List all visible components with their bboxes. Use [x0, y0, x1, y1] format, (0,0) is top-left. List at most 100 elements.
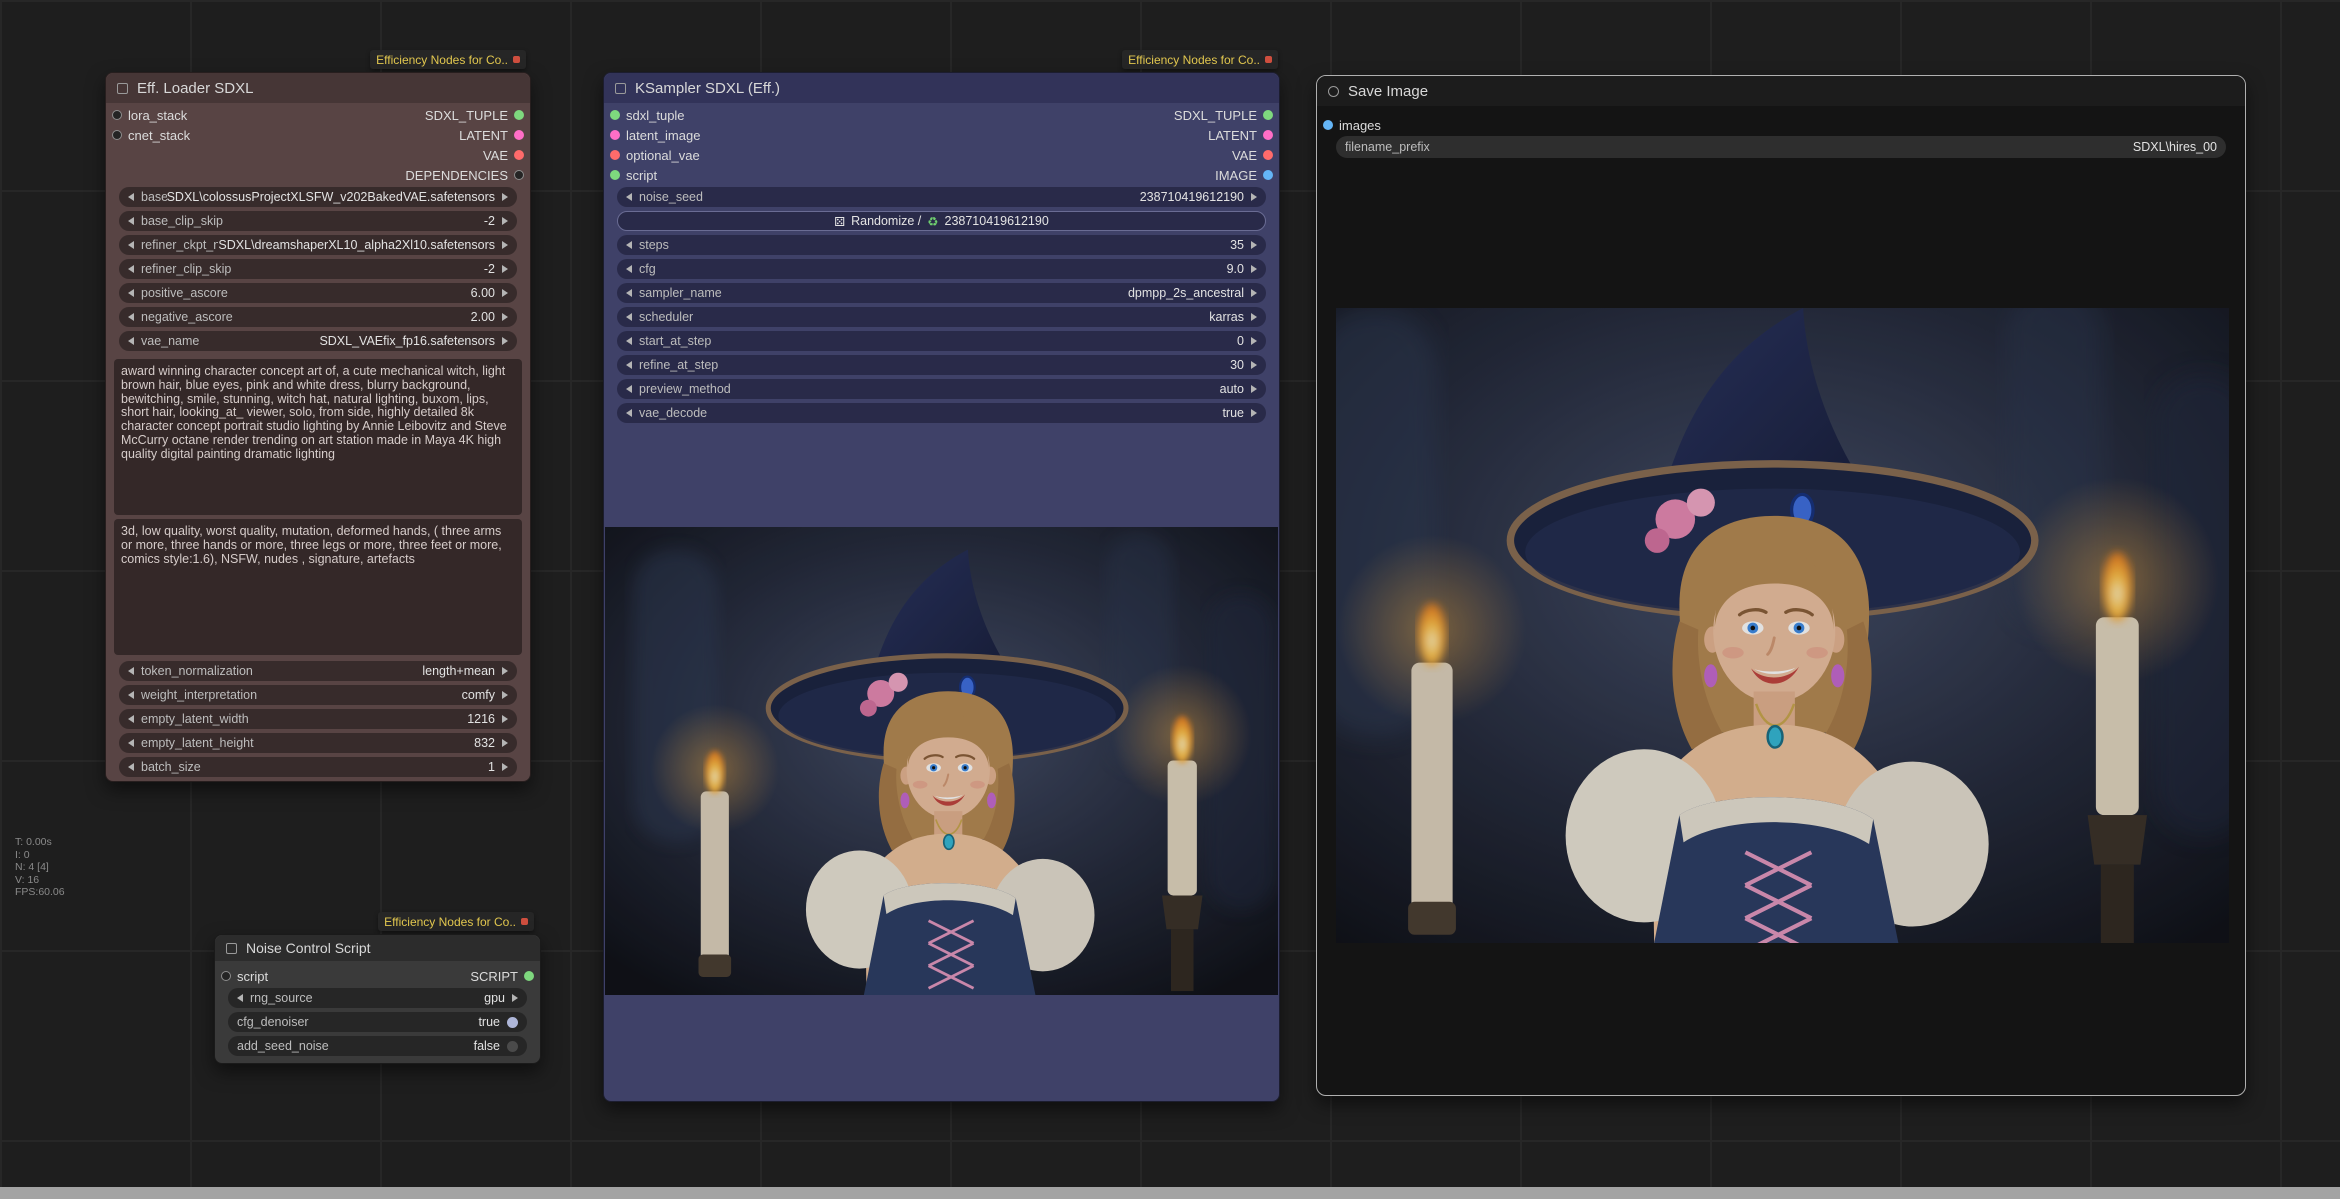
negative-prompt-textarea[interactable]: 3d, low quality, worst quality, mutation…	[114, 519, 522, 655]
combo-left-arrow-icon[interactable]	[128, 217, 134, 225]
node-noise-control-script[interactable]: Noise Control Script script SCRIPT rng_s…	[214, 934, 541, 1064]
combo-right-arrow-icon[interactable]	[1251, 313, 1257, 321]
widget-weight-interpretation[interactable]: weight_interpretation comfy	[119, 685, 517, 705]
combo-left-arrow-icon[interactable]	[237, 994, 243, 1002]
widget-preview-method[interactable]: preview_method auto	[617, 379, 1266, 399]
combo-right-arrow-icon[interactable]	[1251, 337, 1257, 345]
widget-batch-size[interactable]: batch_size 1	[119, 757, 517, 777]
output-dot-sdxl-tuple[interactable]	[514, 110, 524, 120]
randomize-seed-button[interactable]: ⚄ Randomize / ♻ 238710419612190	[617, 211, 1266, 231]
combo-left-arrow-icon[interactable]	[626, 385, 632, 393]
output-dot-script[interactable]	[524, 971, 534, 981]
widget-negative-ascore[interactable]: negative_ascore 2.00	[119, 307, 517, 327]
widget-base-clip-skip[interactable]: base_clip_skip -2	[119, 211, 517, 231]
widget-refiner-clip-skip[interactable]: refiner_clip_skip -2	[119, 259, 517, 279]
combo-right-arrow-icon[interactable]	[1251, 409, 1257, 417]
combo-right-arrow-icon[interactable]	[1251, 241, 1257, 249]
widget-refine-at-step[interactable]: refine_at_step 30	[617, 355, 1266, 375]
toggle-icon[interactable]	[507, 1017, 518, 1028]
collapse-icon[interactable]	[1328, 86, 1339, 97]
output-dot-image[interactable]	[1263, 170, 1273, 180]
combo-right-arrow-icon[interactable]	[502, 217, 508, 225]
bottom-scrollbar[interactable]	[0, 1187, 2340, 1199]
widget-token-normalization[interactable]: token_normalization length+mean	[119, 661, 517, 681]
node-header-loader[interactable]: Eff. Loader SDXL	[106, 73, 530, 103]
widget-refiner-ckpt-name[interactable]: refiner_ckpt_name SDXL\dreamshaperXL10_a…	[119, 235, 517, 255]
widget-vae-decode[interactable]: vae_decode true	[617, 403, 1266, 423]
widget-sampler-name[interactable]: sampler_name dpmpp_2s_ancestral	[617, 283, 1266, 303]
combo-left-arrow-icon[interactable]	[128, 739, 134, 747]
combo-right-arrow-icon[interactable]	[1251, 193, 1257, 201]
combo-right-arrow-icon[interactable]	[1251, 265, 1257, 273]
input-dot-script[interactable]	[221, 971, 231, 981]
input-dot-lora-stack[interactable]	[112, 110, 122, 120]
combo-left-arrow-icon[interactable]	[128, 763, 134, 771]
widget-add-seed-noise[interactable]: add_seed_noise false	[228, 1036, 527, 1056]
node-ksampler-sdxl[interactable]: KSampler SDXL (Eff.) sdxl_tuple SDXL_TUP…	[603, 72, 1280, 1102]
widget-scheduler[interactable]: scheduler karras	[617, 307, 1266, 327]
node-header-noise[interactable]: Noise Control Script	[215, 935, 540, 961]
positive-prompt-textarea[interactable]: award winning character concept art of, …	[114, 359, 522, 515]
combo-left-arrow-icon[interactable]	[128, 193, 134, 201]
node-header-ksampler[interactable]: KSampler SDXL (Eff.)	[604, 73, 1279, 103]
combo-right-arrow-icon[interactable]	[502, 313, 508, 321]
combo-left-arrow-icon[interactable]	[128, 691, 134, 699]
input-dot-sdxl-tuple[interactable]	[610, 110, 620, 120]
node-eff-loader-sdxl[interactable]: Eff. Loader SDXL lora_stack SDXL_TUPLE c…	[105, 72, 531, 782]
combo-right-arrow-icon[interactable]	[502, 289, 508, 297]
combo-left-arrow-icon[interactable]	[128, 337, 134, 345]
widget-empty-latent-width[interactable]: empty_latent_width 1216	[119, 709, 517, 729]
node-save-image[interactable]: Save Image images filename_prefix SDXL\h…	[1316, 75, 2246, 1096]
combo-right-arrow-icon[interactable]	[502, 667, 508, 675]
combo-left-arrow-icon[interactable]	[128, 313, 134, 321]
input-dot-latent-image[interactable]	[610, 130, 620, 140]
input-dot-images[interactable]	[1323, 120, 1333, 130]
combo-right-arrow-icon[interactable]	[502, 193, 508, 201]
widget-steps[interactable]: steps 35	[617, 235, 1266, 255]
combo-left-arrow-icon[interactable]	[128, 667, 134, 675]
output-dot-sdxl-tuple[interactable]	[1263, 110, 1273, 120]
widget-empty-latent-height[interactable]: empty_latent_height 832	[119, 733, 517, 753]
combo-right-arrow-icon[interactable]	[502, 265, 508, 273]
combo-left-arrow-icon[interactable]	[626, 289, 632, 297]
input-dot-optional-vae[interactable]	[610, 150, 620, 160]
combo-left-arrow-icon[interactable]	[626, 361, 632, 369]
combo-left-arrow-icon[interactable]	[626, 265, 632, 273]
combo-left-arrow-icon[interactable]	[128, 265, 134, 273]
combo-left-arrow-icon[interactable]	[626, 337, 632, 345]
combo-left-arrow-icon[interactable]	[626, 313, 632, 321]
collapse-icon[interactable]	[226, 943, 237, 954]
combo-left-arrow-icon[interactable]	[128, 289, 134, 297]
combo-right-arrow-icon[interactable]	[502, 241, 508, 249]
combo-left-arrow-icon[interactable]	[128, 241, 134, 249]
output-dot-dependencies[interactable]	[514, 170, 524, 180]
widget-vae-name[interactable]: vae_name SDXL_VAEfix_fp16.safetensors	[119, 331, 517, 351]
widget-noise-seed[interactable]: noise_seed 238710419612190	[617, 187, 1266, 207]
output-dot-vae[interactable]	[514, 150, 524, 160]
combo-left-arrow-icon[interactable]	[626, 241, 632, 249]
input-dot-script[interactable]	[610, 170, 620, 180]
toggle-icon[interactable]	[507, 1041, 518, 1052]
output-dot-latent[interactable]	[1263, 130, 1273, 140]
combo-right-arrow-icon[interactable]	[502, 715, 508, 723]
combo-left-arrow-icon[interactable]	[626, 193, 632, 201]
widget-positive-ascore[interactable]: positive_ascore 6.00	[119, 283, 517, 303]
combo-right-arrow-icon[interactable]	[502, 739, 508, 747]
widget-filename-prefix[interactable]: filename_prefix SDXL\hires_00	[1336, 136, 2226, 158]
node-header-save[interactable]: Save Image	[1317, 76, 2245, 106]
widget-start-at-step[interactable]: start_at_step 0	[617, 331, 1266, 351]
combo-left-arrow-icon[interactable]	[626, 409, 632, 417]
combo-right-arrow-icon[interactable]	[502, 337, 508, 345]
widget-base-ckpt-name[interactable]: base_ckpt_name SDXL\colossusProjectXLSFW…	[119, 187, 517, 207]
widget-rng-source[interactable]: rng_source gpu	[228, 988, 527, 1008]
combo-right-arrow-icon[interactable]	[502, 763, 508, 771]
collapse-icon[interactable]	[117, 83, 128, 94]
widget-cfg-denoiser[interactable]: cfg_denoiser true	[228, 1012, 527, 1032]
node-graph-canvas[interactable]: Efficiency Nodes for Co.. Efficiency Nod…	[0, 0, 2340, 1199]
output-dot-latent[interactable]	[514, 130, 524, 140]
combo-right-arrow-icon[interactable]	[1251, 361, 1257, 369]
collapse-icon[interactable]	[615, 83, 626, 94]
combo-left-arrow-icon[interactable]	[128, 715, 134, 723]
combo-right-arrow-icon[interactable]	[1251, 385, 1257, 393]
widget-cfg[interactable]: cfg 9.0	[617, 259, 1266, 279]
